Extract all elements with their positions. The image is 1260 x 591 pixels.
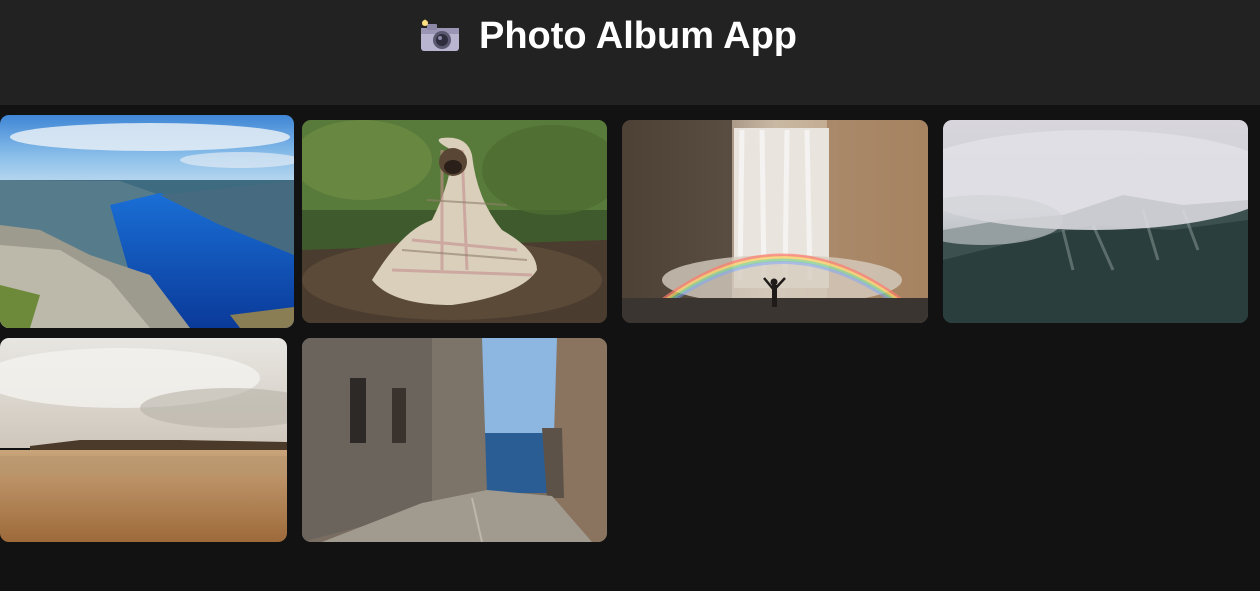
- photo-alley-image: [302, 338, 607, 542]
- photo-fjord-image: [0, 115, 294, 328]
- photo-pug-image: [302, 120, 607, 323]
- photo-mountains-image: [943, 120, 1248, 323]
- header-title-group: Photo Album App: [419, 14, 797, 58]
- photo-card-beach[interactable]: [0, 338, 287, 542]
- photo-waterfall-image: [622, 120, 928, 323]
- photo-card-fjord[interactable]: [0, 115, 294, 328]
- app-title: Photo Album App: [479, 15, 798, 57]
- photo-beach-image: [0, 338, 287, 542]
- photo-card-mountains[interactable]: [943, 120, 1248, 323]
- camera-with-flash-icon: [419, 19, 461, 53]
- app-header: Photo Album App: [0, 0, 1260, 105]
- photo-card-waterfall[interactable]: [622, 120, 928, 323]
- photo-card-alley[interactable]: [302, 338, 607, 542]
- photo-card-pug[interactable]: [302, 120, 607, 323]
